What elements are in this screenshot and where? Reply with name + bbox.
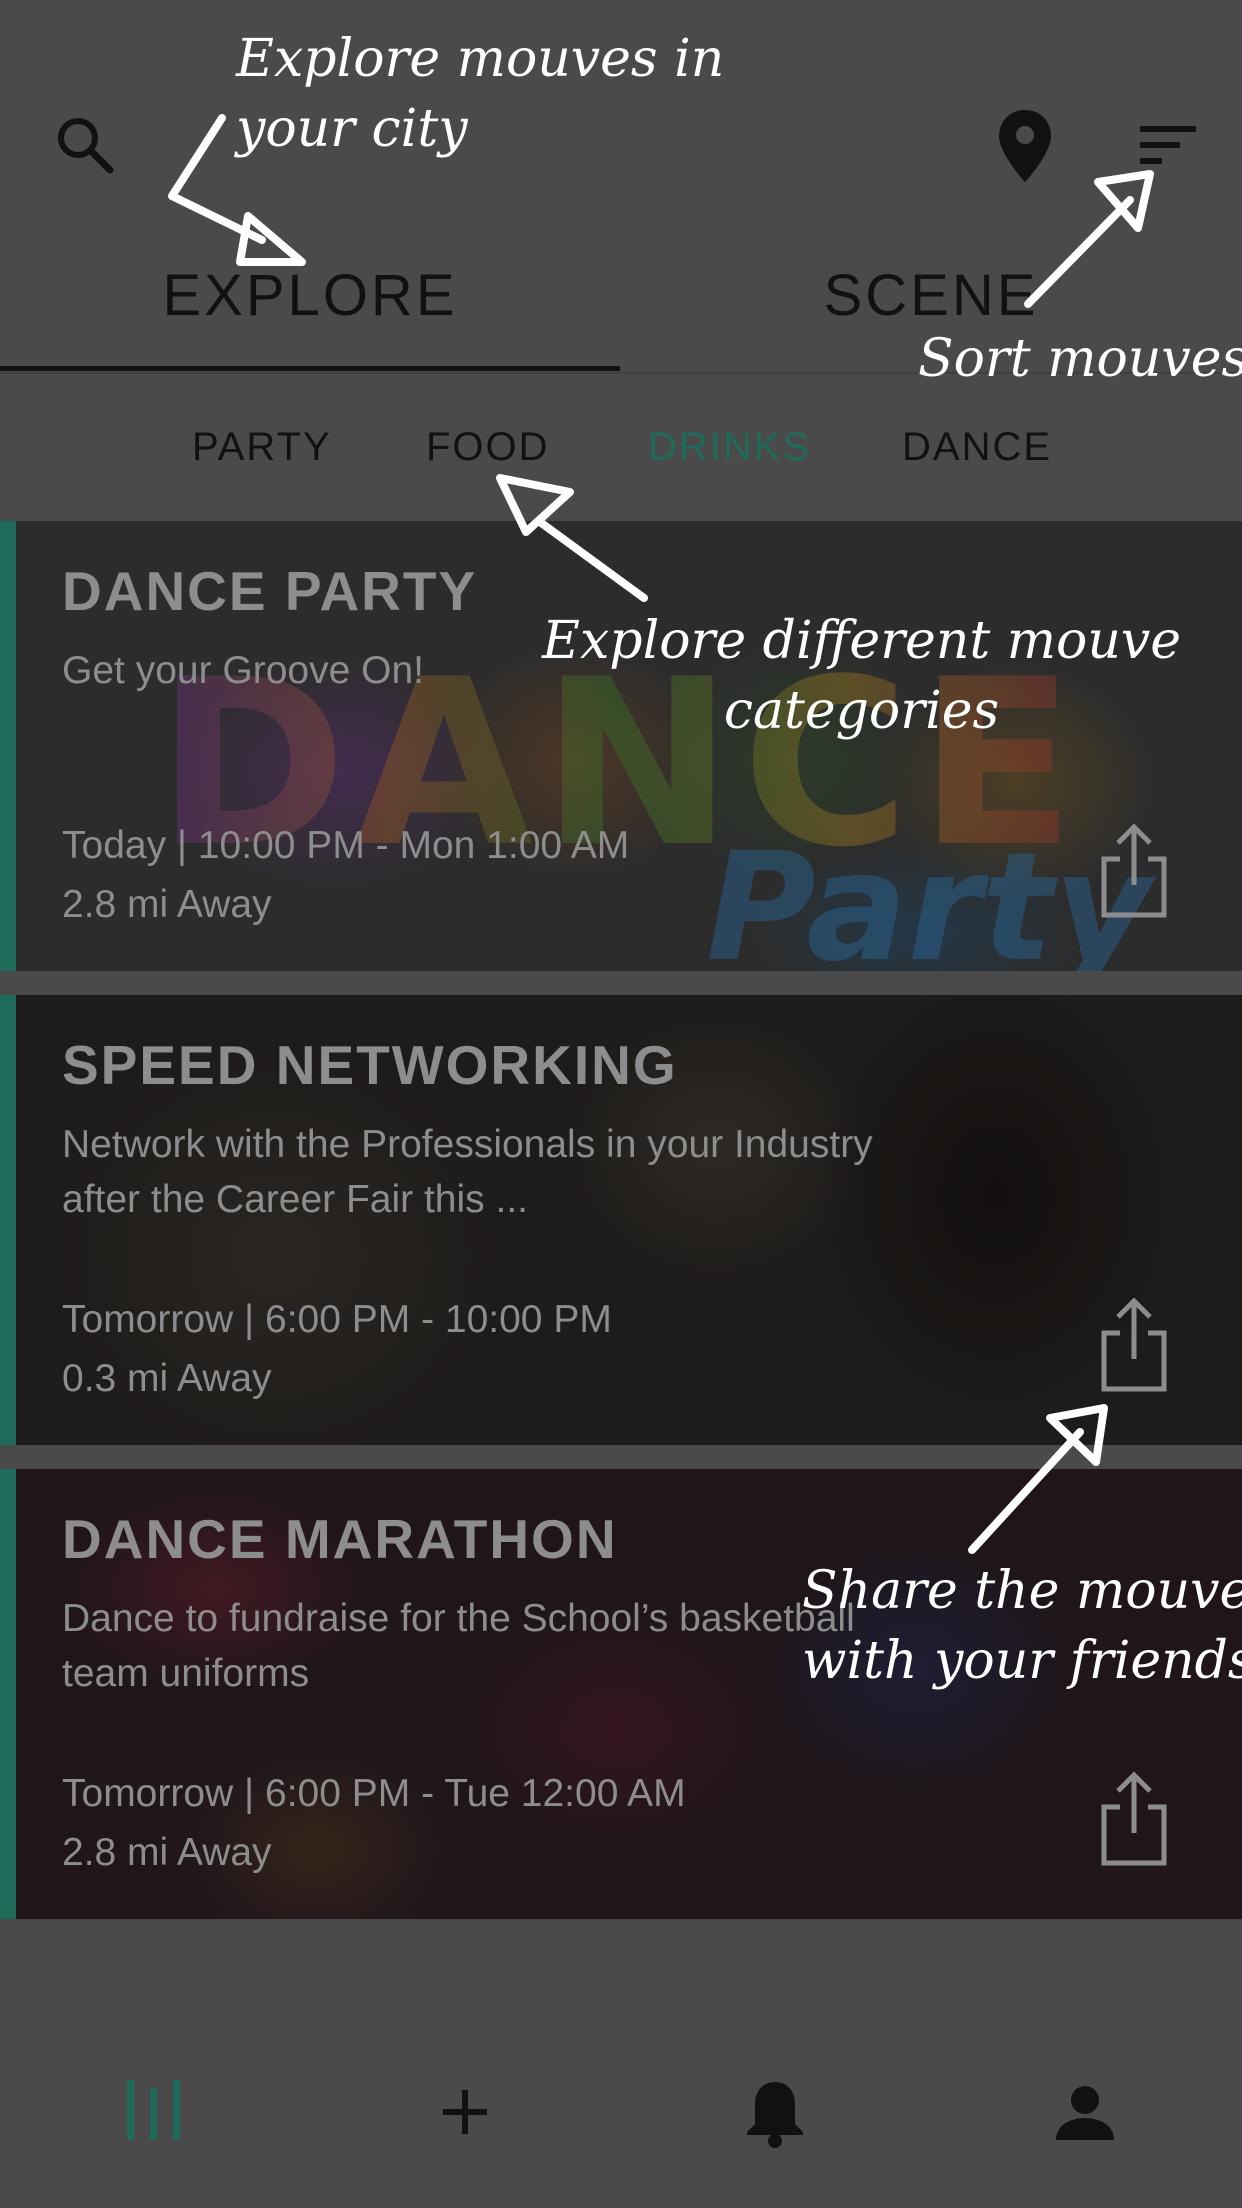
category-food[interactable]: FOOD <box>426 425 550 470</box>
event-description: Network with the Professionals in your I… <box>62 1123 873 1221</box>
search-icon[interactable] <box>50 110 120 180</box>
annotation-line: with your friends <box>802 1631 1242 1691</box>
card-accent-bar <box>0 521 16 971</box>
annotation-explore: Explore mouves in your city <box>236 24 724 164</box>
event-card[interactable]: SPEED NETWORKING Network with the Profes… <box>0 995 1242 1445</box>
annotation-line: Share the mouve <box>802 1561 1242 1621</box>
active-tab-indicator <box>0 366 620 371</box>
sort-icon[interactable] <box>1132 118 1202 178</box>
event-time: Today | 10:00 PM - Mon 1:00 AM <box>62 824 630 867</box>
add-icon[interactable] <box>420 2068 510 2158</box>
event-distance: 2.8 mi Away <box>62 883 272 926</box>
category-party[interactable]: PARTY <box>192 425 332 470</box>
profile-icon[interactable] <box>1040 2068 1130 2158</box>
bottom-nav <box>0 2020 1242 2208</box>
category-drinks[interactable]: DRINKS <box>648 425 811 470</box>
share-icon[interactable] <box>1096 1295 1172 1395</box>
card-accent-bar <box>0 995 16 1445</box>
event-time: Tomorrow | 6:00 PM - Tue 12:00 AM <box>62 1772 686 1815</box>
annotation-line: Explore mouves in <box>236 29 725 89</box>
share-icon[interactable] <box>1096 1769 1172 1869</box>
annotation-share: Share the mouve with your friends <box>802 1556 1242 1696</box>
share-icon[interactable] <box>1096 821 1172 921</box>
location-pin-icon[interactable] <box>995 108 1055 184</box>
event-distance: 2.8 mi Away <box>62 1831 272 1874</box>
annotation-line: categories <box>723 681 1000 741</box>
tab-explore[interactable]: EXPLORE <box>0 262 620 332</box>
feed-icon[interactable] <box>110 2068 200 2158</box>
bell-icon[interactable] <box>730 2068 820 2158</box>
event-distance: 0.3 mi Away <box>62 1357 272 1400</box>
annotation-categories: Explore different mouve categories <box>542 606 1181 746</box>
event-time: Tomorrow | 6:00 PM - 10:00 PM <box>62 1298 612 1341</box>
annotation-line: your city <box>236 99 468 159</box>
event-title: DANCE MARATHON <box>62 1508 618 1570</box>
event-title: DANCE PARTY <box>62 560 478 622</box>
category-dance[interactable]: DANCE <box>902 425 1052 470</box>
annotation-line: Explore different mouve <box>542 611 1182 671</box>
card-accent-bar <box>0 1469 16 1919</box>
tab-scene[interactable]: SCENE <box>620 262 1242 332</box>
event-card[interactable]: DANCE Party DANCE PARTY Get your Groove … <box>0 521 1242 971</box>
annotation-sort: Sort mouves <box>918 329 1242 389</box>
event-description: Dance to fundraise for the School’s bask… <box>62 1597 855 1695</box>
event-title: SPEED NETWORKING <box>62 1034 678 1096</box>
